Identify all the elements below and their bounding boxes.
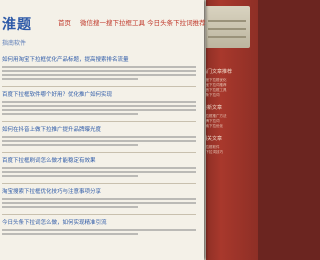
- sidebar-section-title: 热门文章推荐: [202, 69, 233, 75]
- text-line: [2, 198, 196, 200]
- article-item: 如何在抖音上做下拉推广提升品牌曝光度: [2, 126, 196, 146]
- text-line: [2, 105, 196, 107]
- text-line: [2, 78, 138, 80]
- text-line: [2, 109, 196, 111]
- sidebar-section: 最新文章 下拉框推广方法 品牌下拉词 搜索下拉优化: [202, 104, 254, 129]
- divider: [2, 121, 196, 122]
- article-title-link[interactable]: 如何在抖音上做下拉推广提升品牌曝光度: [2, 126, 196, 134]
- text-line: [2, 206, 138, 208]
- text-line: [2, 70, 196, 72]
- divider: [2, 152, 196, 153]
- text-line: [2, 136, 196, 138]
- text-line: [2, 74, 196, 76]
- article-title-link[interactable]: 百度下拉框刷词怎么做才能稳定有效果: [2, 157, 196, 165]
- article-item: 淘宝搜索下拉框优化技巧与注意事项分享: [2, 188, 196, 208]
- divider: [2, 214, 196, 215]
- site-header: 淮题 首页 微信搜一搜下拉框工具 今日头条下拉词推荐 指南软件: [0, 0, 206, 48]
- text-line: [2, 202, 196, 204]
- sidebar-section-title: 最新文章: [202, 105, 223, 111]
- sidebar: 热门文章推荐 百度下拉框优化 淘宝下拉词推荐 抖音下拉框工具 头条下拉词 最新文…: [202, 62, 254, 155]
- text-line: [2, 229, 196, 231]
- divider: [2, 86, 196, 87]
- article-item: 百度下拉框软件哪个好用？优化推广如何实现: [2, 91, 196, 115]
- article-item: 今日头条下拉词怎么做，如何实现精准引流: [2, 219, 196, 235]
- text-line: [2, 113, 138, 115]
- text-line: [2, 101, 196, 103]
- sidebar-section: 相关文章 下拉框软件 刷下拉词技巧: [202, 135, 254, 155]
- article-item: 百度下拉框刷词怎么做才能稳定有效果: [2, 157, 196, 177]
- page-sheet: 淮题 首页 微信搜一搜下拉框工具 今日头条下拉词推荐 指南软件 如何用淘宝下拉框…: [0, 0, 206, 260]
- article-item: 如何用淘宝下拉框优化产品标题，提高搜索排名流量: [2, 56, 196, 80]
- sidebar-link[interactable]: 搜索下拉优化: [202, 124, 254, 129]
- article-title-link[interactable]: 如何用淘宝下拉框优化产品标题，提高搜索排名流量: [2, 56, 196, 64]
- text-line: [2, 171, 196, 173]
- cover-label-tab: [204, 6, 250, 48]
- text-line: [2, 144, 138, 146]
- text-line: [2, 66, 196, 68]
- sidebar-link[interactable]: 头条下拉词: [202, 93, 254, 98]
- book-scene: 热门文章推荐 百度下拉框优化 淘宝下拉词推荐 抖音下拉框工具 头条下拉词 最新文…: [0, 0, 258, 260]
- nav-topic-link[interactable]: 微信搜一搜下拉框工具 今日头条下拉词推荐: [80, 17, 206, 27]
- sidebar-link[interactable]: 刷下拉词技巧: [202, 150, 254, 155]
- main-nav: 首页 微信搜一搜下拉框工具 今日头条下拉词推荐: [0, 17, 206, 31]
- text-line: [2, 175, 138, 177]
- divider: [2, 183, 196, 184]
- article-title-link[interactable]: 淘宝搜索下拉框优化技巧与注意事项分享: [2, 188, 196, 196]
- article-title-link[interactable]: 百度下拉框软件哪个好用？优化推广如何实现: [2, 91, 196, 99]
- text-line: [2, 167, 196, 169]
- sidebar-section: 热门文章推荐 百度下拉框优化 淘宝下拉词推荐 抖音下拉框工具 头条下拉词: [202, 68, 254, 98]
- article-title-link[interactable]: 今日头条下拉词怎么做，如何实现精准引流: [2, 219, 196, 227]
- text-line: [2, 233, 138, 235]
- site-subtitle: 指南软件: [2, 40, 27, 47]
- sidebar-section-title: 相关文章: [202, 136, 223, 142]
- text-line: [2, 140, 196, 142]
- article-list: 如何用淘宝下拉框优化产品标题，提高搜索排名流量 百度下拉框软件哪个好用？优化推广…: [2, 56, 196, 241]
- nav-home-link[interactable]: 首页: [58, 17, 71, 27]
